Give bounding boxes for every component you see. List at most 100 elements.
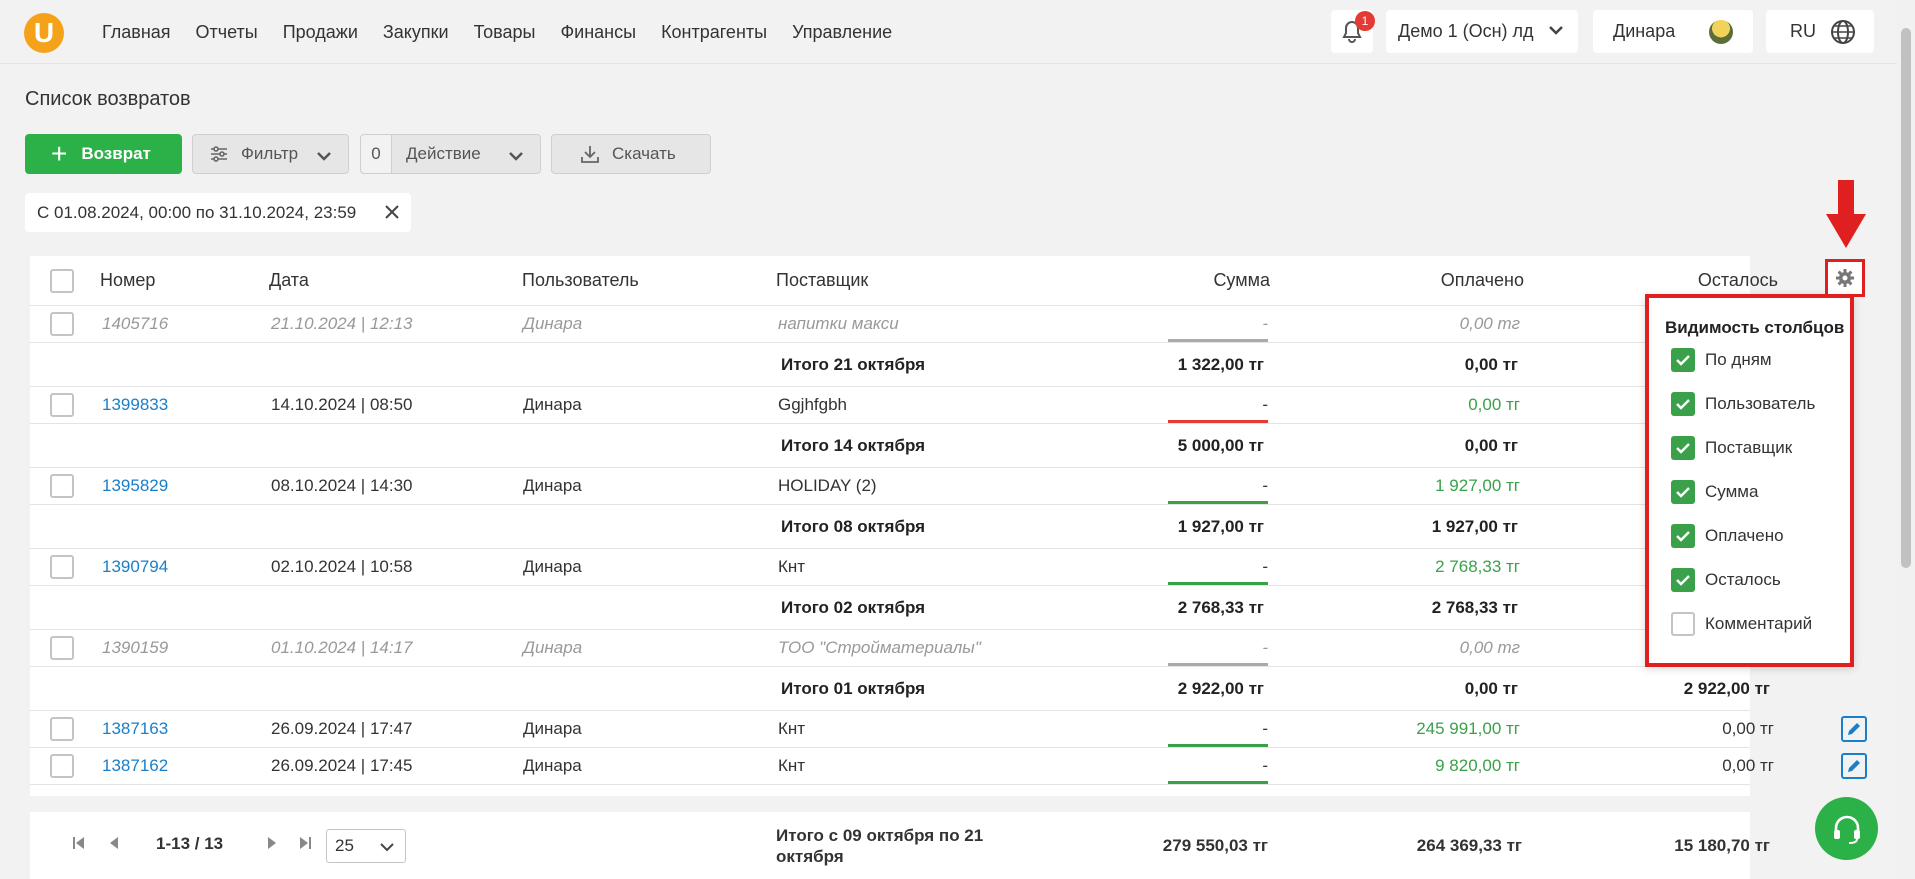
- return-number[interactable]: 1390794: [102, 549, 168, 585]
- return-number[interactable]: 1395829: [102, 468, 168, 504]
- plus-icon: +: [51, 138, 68, 169]
- download-button[interactable]: Скачать: [551, 134, 711, 174]
- date-filter-text: С 01.08.2024, 00:00 по 31.10.2024, 23:59: [37, 202, 357, 222]
- table-row[interactable]: 1387162 26.09.2024 | 17:45 Динара Кнт - …: [30, 748, 1867, 785]
- chevron-down-icon: [1549, 26, 1563, 35]
- return-date: 02.10.2024 | 10:58: [271, 557, 413, 576]
- checkbox-checked[interactable]: [1671, 480, 1695, 504]
- select-all-checkbox[interactable]: [50, 269, 74, 293]
- avatar: [1709, 20, 1733, 44]
- column-toggle-user[interactable]: Пользователь: [1671, 392, 1815, 416]
- payment-status-bar: [1168, 420, 1268, 423]
- column-settings-button[interactable]: [1825, 259, 1865, 297]
- add-return-button[interactable]: + Возврат: [25, 134, 182, 174]
- column-toggle-by-days[interactable]: По дням: [1671, 348, 1772, 372]
- row-checkbox[interactable]: [50, 636, 74, 660]
- nav-item-management[interactable]: Управление: [792, 22, 892, 43]
- nav-item-products[interactable]: Товары: [474, 22, 536, 43]
- grand-total-paid: 264 369,33 тг: [1416, 836, 1522, 855]
- notifications-button[interactable]: 1: [1331, 10, 1375, 53]
- page-scrollbar[interactable]: [1897, 0, 1915, 879]
- row-checkbox[interactable]: [50, 312, 74, 336]
- return-number[interactable]: 1387162: [102, 748, 168, 784]
- next-page-icon[interactable]: [266, 836, 278, 850]
- per-page-value: 25: [335, 836, 354, 855]
- table-row[interactable]: 1387163 26.09.2024 | 17:47 Динара Кнт - …: [30, 711, 1867, 748]
- download-icon: [580, 144, 600, 164]
- column-header-supplier[interactable]: Поставщик: [776, 256, 868, 305]
- gear-icon: [1836, 269, 1854, 287]
- day-total-paid: 0,00 тг: [1464, 678, 1518, 698]
- first-page-icon[interactable]: [72, 836, 86, 850]
- checkmark-icon: [1676, 487, 1690, 498]
- table-row[interactable]: 1390794 02.10.2024 | 10:58 Динара Кнт - …: [30, 549, 1750, 586]
- column-header-paid[interactable]: Оплачено: [1324, 256, 1524, 305]
- per-page-select[interactable]: 25: [326, 829, 406, 863]
- return-number[interactable]: 1390159: [102, 630, 168, 666]
- return-number[interactable]: 1405716: [102, 306, 168, 342]
- column-toggle-comment[interactable]: Комментарий: [1671, 612, 1812, 636]
- column-toggle-paid[interactable]: Оплачено: [1671, 524, 1784, 548]
- column-header-user[interactable]: Пользователь: [522, 256, 639, 305]
- checkbox-checked[interactable]: [1671, 524, 1695, 548]
- checkbox-checked[interactable]: [1671, 348, 1695, 372]
- arrow-down-icon: [1826, 180, 1866, 248]
- table-row[interactable]: 1395829 08.10.2024 | 14:30 Динара HOLIDA…: [30, 468, 1750, 505]
- return-paid: 1 927,00 тг: [1435, 476, 1520, 495]
- scrollbar-thumb[interactable]: [1901, 28, 1911, 568]
- day-total-sum: 1 322,00 тг: [1177, 354, 1264, 374]
- row-checkbox[interactable]: [50, 474, 74, 498]
- prev-page-icon[interactable]: [108, 836, 120, 850]
- return-number[interactable]: 1387163: [102, 711, 168, 747]
- action-dropdown[interactable]: 0 Действие: [360, 134, 541, 174]
- nav-item-home[interactable]: Главная: [102, 22, 171, 43]
- checkbox-unchecked[interactable]: [1671, 612, 1695, 636]
- nav-item-sales[interactable]: Продажи: [283, 22, 358, 43]
- table-header: Номер Дата Пользователь Поставщик Сумма …: [30, 256, 1778, 306]
- table-row[interactable]: 1390159 01.10.2024 | 14:17 Динара ТОО "С…: [30, 630, 1750, 667]
- returns-table: Номер Дата Пользователь Поставщик Сумма …: [30, 256, 1867, 796]
- return-sum: -: [1262, 557, 1268, 576]
- column-toggle-remaining[interactable]: Осталось: [1671, 568, 1781, 592]
- nav-item-reports[interactable]: Отчеты: [196, 22, 258, 43]
- checkbox-checked[interactable]: [1671, 392, 1695, 416]
- nav-item-purchases[interactable]: Закупки: [383, 22, 449, 43]
- table-row[interactable]: 1399833 14.10.2024 | 08:50 Динара Ggjhfg…: [30, 387, 1750, 424]
- filter-button[interactable]: Фильтр: [192, 134, 349, 174]
- day-total-row: Итого 08 октября 1 927,00 тг 1 927,00 тг: [30, 505, 1750, 549]
- day-total-label: Итого 21 октября: [781, 354, 926, 374]
- edit-button[interactable]: [1841, 753, 1867, 779]
- nav-item-finance[interactable]: Финансы: [560, 22, 636, 43]
- checkbox-checked[interactable]: [1671, 568, 1695, 592]
- day-total-row: Итого 14 октября 5 000,00 тг 0,00 тг: [30, 424, 1750, 468]
- column-toggle-label: Оплачено: [1705, 526, 1784, 545]
- return-number[interactable]: 1399833: [102, 387, 168, 423]
- checkbox-checked[interactable]: [1671, 436, 1695, 460]
- column-header-sum[interactable]: Сумма: [1070, 256, 1270, 305]
- column-toggle-sum[interactable]: Сумма: [1671, 480, 1758, 504]
- headset-icon: [1833, 815, 1860, 844]
- column-toggle-label: Комментарий: [1705, 614, 1813, 633]
- last-page-icon[interactable]: [298, 836, 312, 850]
- row-checkbox[interactable]: [50, 754, 74, 778]
- return-date: 26.09.2024 | 17:45: [271, 756, 413, 775]
- checkmark-icon: [1676, 443, 1690, 454]
- row-checkbox[interactable]: [50, 717, 74, 741]
- nav-item-counterparties[interactable]: Контрагенты: [661, 22, 767, 43]
- logo[interactable]: U: [24, 13, 64, 53]
- column-header-number[interactable]: Номер: [100, 256, 155, 305]
- day-total-row: Итого 01 октября 2 922,00 тг 0,00 тг 2 9…: [30, 667, 1770, 711]
- column-toggle-supplier[interactable]: Поставщик: [1671, 436, 1792, 460]
- language-selector[interactable]: RU: [1766, 10, 1874, 53]
- column-header-date[interactable]: Дата: [269, 256, 309, 305]
- return-supplier: Кнт: [778, 557, 806, 576]
- company-selector[interactable]: Демо 1 (Осн) лд: [1386, 10, 1578, 53]
- user-menu[interactable]: Динара: [1593, 10, 1753, 53]
- close-icon[interactable]: [383, 203, 401, 221]
- support-chat-button[interactable]: [1815, 797, 1878, 860]
- row-checkbox[interactable]: [50, 555, 74, 579]
- action-label: Действие: [406, 144, 481, 163]
- edit-button[interactable]: [1841, 716, 1867, 742]
- row-checkbox[interactable]: [50, 393, 74, 417]
- table-row[interactable]: 1405716 21.10.2024 | 12:13 Динара напитк…: [30, 306, 1750, 343]
